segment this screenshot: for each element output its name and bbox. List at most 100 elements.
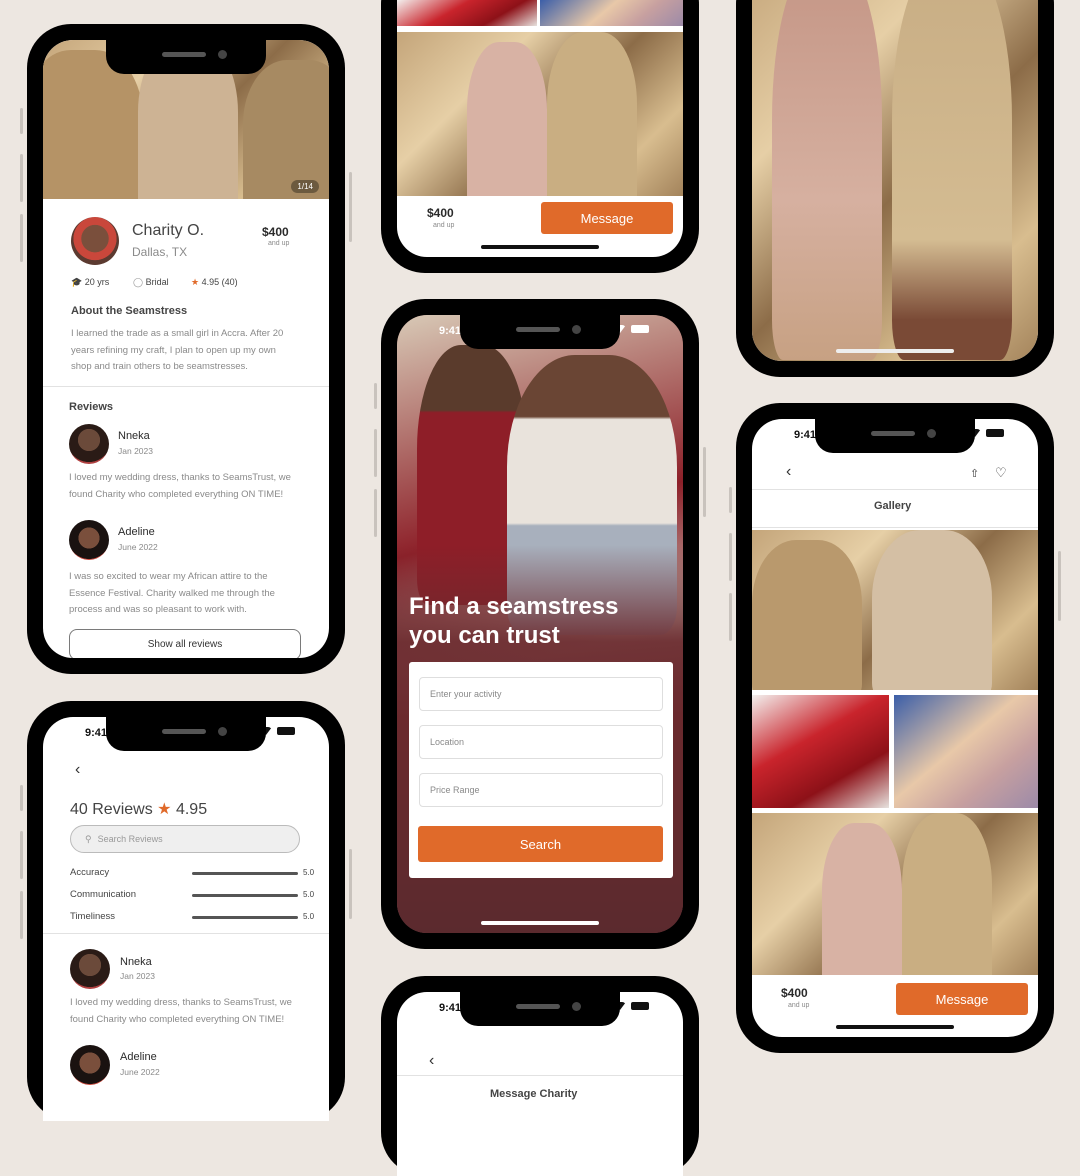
gallery-photo[interactable] <box>752 695 889 808</box>
rating-stat: ★ 4.95 (40) <box>191 277 238 287</box>
reviewer-name: Nneka <box>120 956 152 968</box>
home-indicator <box>481 245 599 249</box>
reviews-heading: 40 Reviews ★ 4.95 <box>70 801 208 818</box>
share-icon[interactable]: ⇧ <box>970 467 979 480</box>
search-icon: ⚲ <box>85 833 92 844</box>
reviewer-name: Nneka <box>118 430 150 442</box>
search-reviews-input[interactable]: ⚲ Search Reviews <box>70 825 300 853</box>
review-text: I loved my wedding dress, thanks to Seam… <box>69 472 291 500</box>
star-icon: ★ <box>191 277 200 287</box>
reviewer-avatar <box>69 424 109 464</box>
gallery-photo[interactable] <box>397 32 683 196</box>
status-time: 9:41 <box>85 727 108 739</box>
phone-gallery: 9:41 ‹ ⇧ ♡ Gallery $400 and up Message <box>729 403 1061 1053</box>
star-icon: ★ <box>157 801 172 818</box>
metric-bar <box>192 894 298 897</box>
price-range-input[interactable]: Price Range <box>419 773 663 807</box>
message-screen: 9:41 ‹ Message Charity <box>397 992 683 1176</box>
review-date: Jan 2023 <box>120 971 155 981</box>
review-date: June 2022 <box>120 1067 160 1077</box>
home-indicator <box>481 921 599 925</box>
seamstress-avatar <box>71 217 119 265</box>
notch <box>460 315 620 349</box>
price: $400 <box>427 206 454 220</box>
notch <box>815 419 975 453</box>
battery-icon <box>986 429 1004 437</box>
notch <box>106 717 266 751</box>
headline-line-2: you can trust <box>409 622 560 649</box>
back-chevron-icon[interactable]: ‹ <box>75 761 80 779</box>
heart-icon[interactable]: ♡ <box>995 465 1007 481</box>
metric-label: Timeliness <box>70 911 116 922</box>
back-chevron-icon[interactable]: ‹ <box>429 1052 434 1070</box>
divider <box>397 1075 683 1076</box>
review-text: I was so excited to wear my African atti… <box>69 571 275 615</box>
metric-bar <box>192 872 298 875</box>
divider <box>43 386 329 387</box>
phone-profile: 1/14 Charity O. Dallas, TX $400 and up 🎓… <box>20 24 352 674</box>
experience-stat: 🎓 20 yrs <box>71 277 110 287</box>
notch <box>106 40 266 74</box>
person-icon: ◯ <box>133 277 144 287</box>
activity-input[interactable]: Enter your activity <box>419 677 663 711</box>
price: $400 <box>781 986 808 1000</box>
metric-bar <box>192 916 298 919</box>
review-text: I loved my wedding dress, thanks to Seam… <box>70 997 292 1025</box>
gallery-photo[interactable] <box>752 530 1038 690</box>
reviewer-avatar <box>70 949 110 989</box>
photo-counter: 1/14 <box>291 180 319 193</box>
home-screen: 9:41 Find a seamstress you can trust Ent… <box>397 315 683 933</box>
seamstress-location: Dallas, TX <box>132 245 188 259</box>
gallery-photo[interactable] <box>540 0 683 26</box>
review-date: Jan 2023 <box>118 446 153 456</box>
reviewer-name: Adeline <box>120 1051 157 1063</box>
listing-screen: $400 and up Message <box>397 0 683 257</box>
price-note: and up <box>268 240 290 247</box>
metric-value: 5.0 <box>303 912 315 921</box>
battery-icon <box>631 325 649 333</box>
phone-home: 9:41 Find a seamstress you can trust Ent… <box>374 299 706 949</box>
location-input[interactable]: Location <box>419 725 663 759</box>
phone-message: 9:41 ‹ Message Charity <box>381 976 699 1176</box>
profile-screen: 1/14 Charity O. Dallas, TX $400 and up 🎓… <box>43 40 329 658</box>
divider <box>752 527 1038 528</box>
full-photo[interactable] <box>752 0 1038 361</box>
status-time: 9:41 <box>794 429 817 441</box>
headline-line-1: Find a seamstress <box>409 593 619 620</box>
message-button[interactable]: Message <box>896 983 1028 1015</box>
reviews-screen: 9:41 ‹ 40 Reviews ★ 4.95 ⚲ Search Review… <box>43 717 329 1121</box>
specialty-stat: ◯ Bridal <box>133 277 169 287</box>
battery-icon <box>277 727 295 735</box>
notch <box>460 992 620 1026</box>
about-text: I learned the trade as a small girl in A… <box>71 328 284 372</box>
phone-photo-view <box>736 0 1054 377</box>
metric-label: Accuracy <box>70 867 110 878</box>
price-note: and up <box>788 1002 810 1009</box>
phone-reviews: 9:41 ‹ 40 Reviews ★ 4.95 ⚲ Search Review… <box>20 701 352 1121</box>
show-all-reviews-button[interactable]: Show all reviews <box>69 629 301 658</box>
divider <box>752 489 1038 490</box>
back-chevron-icon[interactable]: ‹ <box>786 463 791 481</box>
message-title: Message Charity <box>490 1088 578 1100</box>
status-time: 9:41 <box>439 1002 462 1014</box>
gallery-photo[interactable] <box>894 695 1038 808</box>
search-button[interactable]: Search <box>418 826 663 862</box>
price-note: and up <box>433 222 455 229</box>
message-button[interactable]: Message <box>541 202 673 234</box>
metric-value: 5.0 <box>303 868 315 877</box>
gallery-photo[interactable] <box>397 0 537 26</box>
gallery-title: Gallery <box>874 500 912 512</box>
reviewer-avatar <box>69 520 109 560</box>
phone-listing: $400 and up Message <box>381 0 699 273</box>
home-indicator <box>836 349 954 353</box>
gallery-photo[interactable] <box>752 813 1038 975</box>
reviewer-name: Adeline <box>118 526 155 538</box>
reviews-title: Reviews <box>69 401 114 413</box>
battery-icon <box>631 1002 649 1010</box>
status-time: 9:41 <box>439 325 462 337</box>
home-indicator <box>836 1025 954 1029</box>
metric-label: Communication <box>70 889 136 900</box>
divider <box>43 933 329 934</box>
gallery-screen: 9:41 ‹ ⇧ ♡ Gallery $400 and up Message <box>752 419 1038 1037</box>
graduation-cap-icon: 🎓 <box>71 277 83 287</box>
